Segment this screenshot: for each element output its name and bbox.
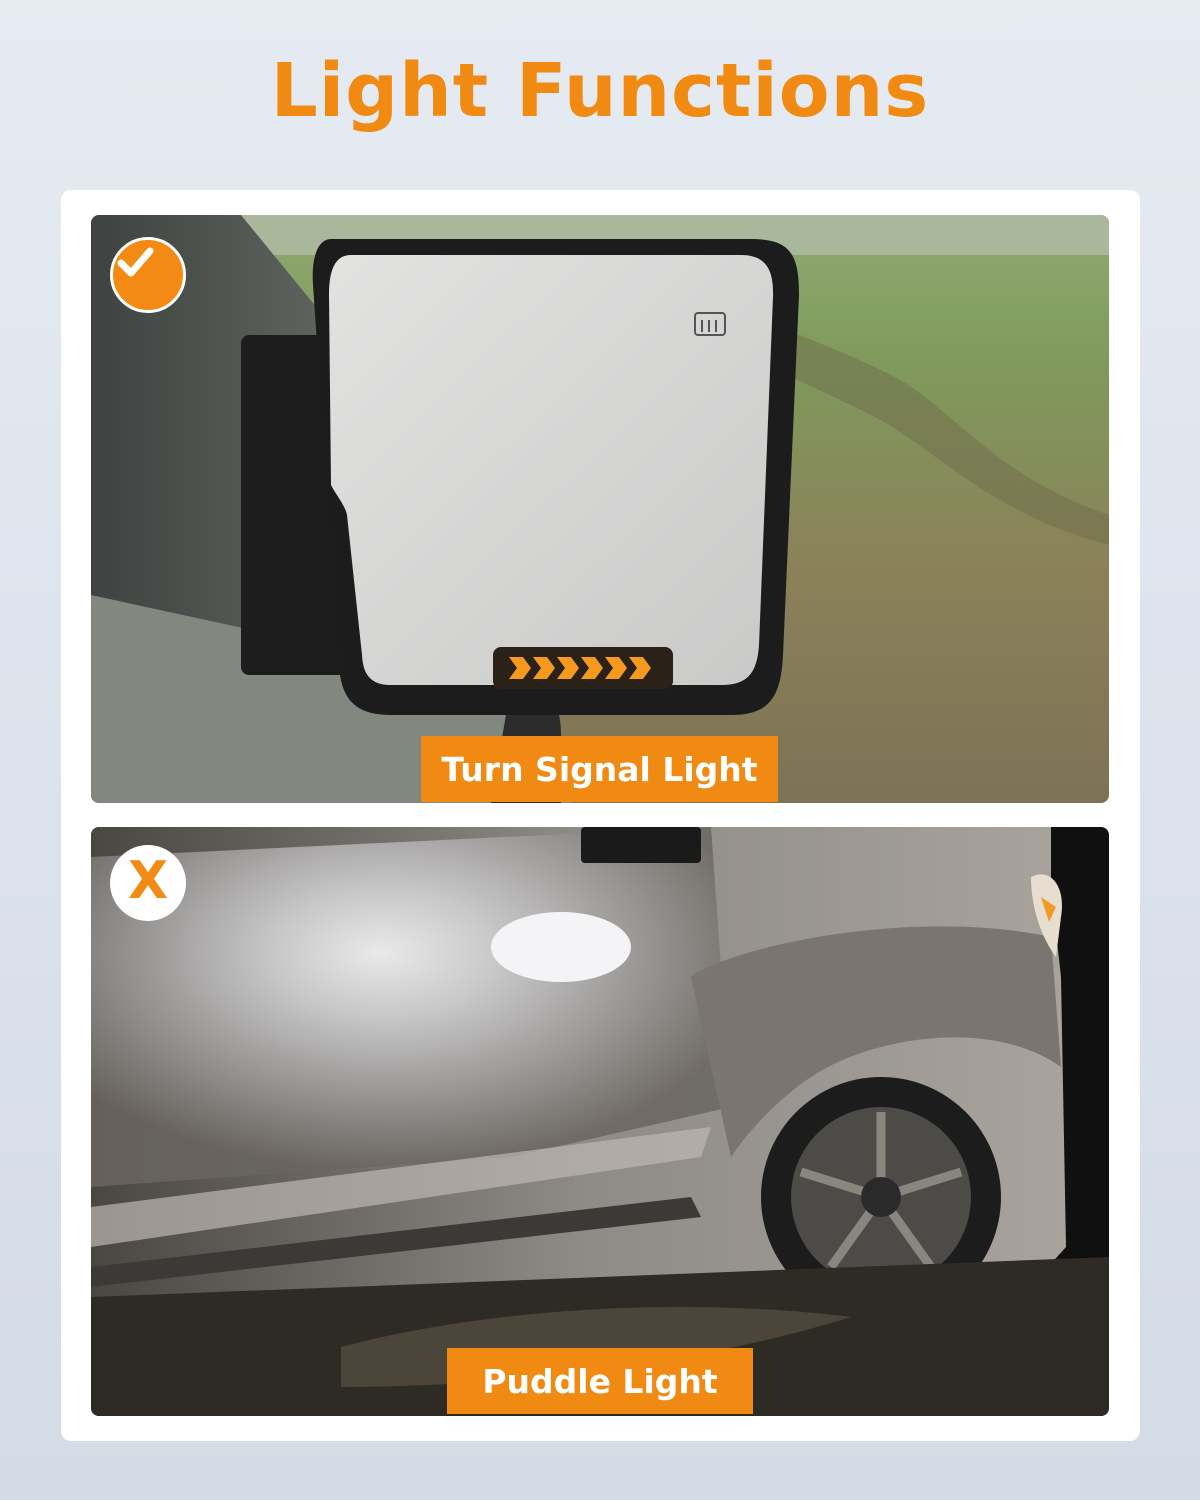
x-icon: X — [110, 845, 186, 921]
page-title: Light Functions — [270, 48, 930, 134]
puddle-light-photo: X Puddle Light — [91, 827, 1109, 1416]
turn-signal-photo: Turn Signal Light — [91, 215, 1109, 803]
turn-signal-label: Turn Signal Light — [421, 736, 778, 802]
mirror-daytime-image — [91, 215, 1109, 803]
puddle-light-label: Puddle Light — [447, 1348, 753, 1414]
x-glyph: X — [127, 851, 169, 911]
check-icon — [110, 237, 186, 313]
truck-night-image — [91, 827, 1109, 1416]
